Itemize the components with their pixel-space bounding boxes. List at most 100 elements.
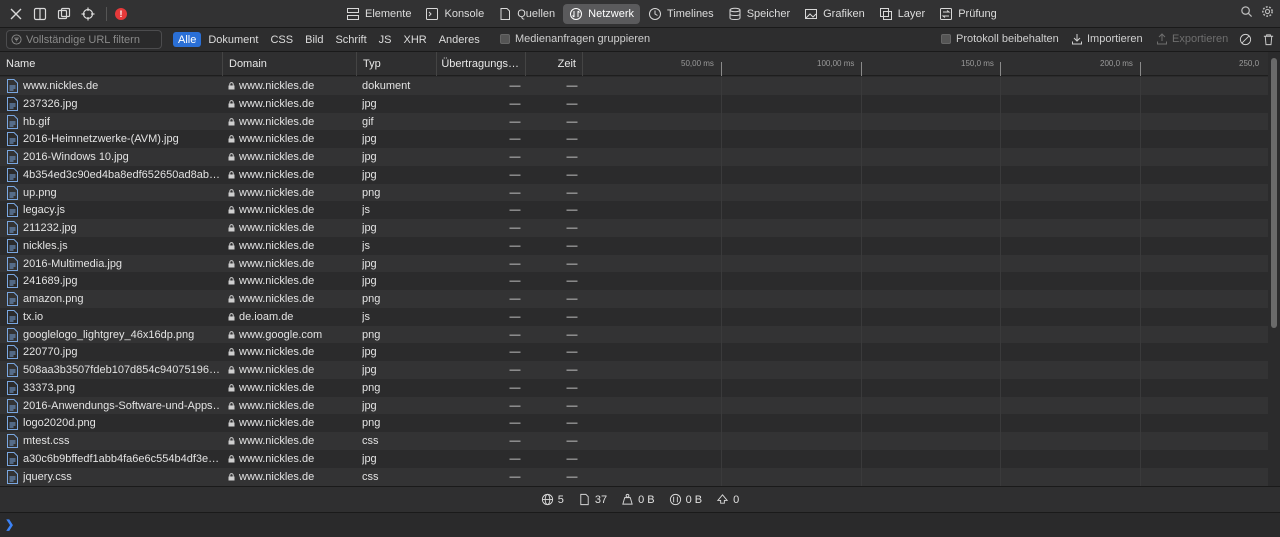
tab-pruefung[interactable]: Prüfung	[933, 4, 1003, 24]
type-filter-xhr[interactable]: XHR	[398, 32, 431, 47]
request-type: css	[362, 435, 379, 447]
file-icon	[7, 451, 18, 466]
request-domain: www.nickles.de	[228, 414, 353, 432]
type-filter-bild[interactable]: Bild	[300, 32, 328, 47]
request-name: 211232.jpg	[23, 222, 77, 234]
request-name: www.nickles.de	[23, 80, 99, 92]
table-row[interactable]: logo2020d.png www.nickles.de png — —	[0, 414, 1268, 433]
search-icon[interactable]	[1240, 5, 1253, 18]
request-type: jpg	[362, 364, 377, 376]
type-filter-dokument[interactable]: Dokument	[203, 32, 263, 47]
table-row[interactable]: jquery.css www.nickles.de css — —	[0, 467, 1268, 486]
table-row[interactable]: a30c6b9bffedf1abb4fa6e6c554b4df3e… www.ni…	[0, 449, 1268, 468]
waterfall-tick-line	[1000, 62, 1001, 76]
vertical-scrollbar[interactable]	[1268, 52, 1280, 486]
table-row[interactable]: 508aa3b3507fdeb107d854c94075196… www.nick…	[0, 361, 1268, 379]
network-table: Name Domain Typ Übertragungs… Zeit 50,00…	[0, 52, 1280, 486]
type-filter-anderes[interactable]: Anderes	[434, 32, 485, 47]
table-row[interactable]: tx.io de.ioam.de js — —	[0, 307, 1268, 326]
tab-layer[interactable]: Layer	[873, 4, 932, 24]
request-name: googlelogo_lightgrey_46x16dp.png	[23, 328, 195, 341]
waterfall-grid-line	[1000, 236, 1001, 255]
column-header-type[interactable]: Typ	[357, 52, 437, 76]
detach-window-icon[interactable]	[54, 4, 74, 24]
url-filter-field[interactable]	[6, 30, 162, 49]
waterfall-grid-line	[721, 467, 722, 486]
tab-konsole[interactable]: Konsole	[419, 4, 490, 24]
type-filter-js[interactable]: JS	[374, 32, 397, 47]
table-row[interactable]: 211232.jpg www.nickles.de jpg — —	[0, 219, 1268, 237]
waterfall-grid-line	[1000, 343, 1001, 362]
waterfall-grid-line	[1000, 396, 1001, 415]
column-header-time[interactable]: Zeit	[526, 52, 583, 76]
clear-log-icon[interactable]	[1239, 33, 1252, 46]
storage-icon	[729, 7, 741, 20]
tab-speicher[interactable]: Speicher	[722, 4, 796, 24]
import-button[interactable]: Importieren	[1071, 33, 1143, 45]
table-row[interactable]: 2016-Heimnetzwerke-(AVM).jpg www.nickles.…	[0, 130, 1268, 149]
request-type: png	[362, 293, 381, 305]
request-domain-text: www.nickles.de	[239, 381, 315, 394]
table-row[interactable]: 33373.png www.nickles.de png — —	[0, 378, 1268, 397]
export-button[interactable]: Exportieren	[1156, 33, 1228, 45]
weight-icon	[622, 493, 633, 505]
tab-elemente[interactable]: Elemente	[340, 4, 417, 24]
import-label: Importieren	[1087, 33, 1143, 45]
table-row[interactable]: 241689.jpg www.nickles.de jpg — —	[0, 272, 1268, 291]
scrollbar-thumb[interactable]	[1271, 58, 1277, 328]
waterfall-grid-line	[1000, 94, 1001, 113]
waterfall-grid-line	[1000, 77, 1001, 95]
waterfall-cell	[583, 414, 1268, 433]
table-row[interactable]: www.nickles.de www.nickles.de dokument — —	[0, 77, 1268, 95]
table-row[interactable]: 220770.jpg www.nickles.de jpg — —	[0, 343, 1268, 362]
column-header-name[interactable]: Name	[0, 52, 223, 76]
trash-icon[interactable]	[1262, 33, 1275, 46]
column-header-domain[interactable]: Domain	[223, 52, 357, 76]
waterfall-grid-line	[721, 148, 722, 166]
table-row[interactable]: 4b354ed3c90ed4ba8edf652650ad8ab… www.nick…	[0, 165, 1268, 184]
table-row[interactable]: 2016-Anwendungs-Software-und-Apps… www.ni…	[0, 396, 1268, 415]
type-filter-schrift[interactable]: Schrift	[330, 32, 371, 47]
table-row[interactable]: googlelogo_lightgrey_46x16dp.png www.goog…	[0, 325, 1268, 344]
table-row[interactable]: 2016-Multimedia.jpg www.nickles.de jpg — —	[0, 254, 1268, 273]
close-icon[interactable]	[6, 4, 26, 24]
lock-icon	[228, 419, 235, 427]
console-icon	[426, 8, 439, 20]
table-row[interactable]: up.png www.nickles.de png — —	[0, 183, 1268, 202]
tab-quellen[interactable]: Quellen	[492, 4, 561, 24]
waterfall-grid-line	[1140, 432, 1141, 450]
request-type: js	[362, 204, 370, 217]
url-filter-input[interactable]	[26, 33, 156, 46]
waterfall-grid-line	[861, 414, 862, 433]
column-header-transfer[interactable]: Übertragungs…	[437, 52, 526, 76]
request-domain-text: www.nickles.de	[239, 257, 315, 270]
preserve-log-checkbox[interactable]	[941, 34, 951, 44]
error-indicator-icon[interactable]: !	[115, 8, 127, 20]
request-type: jpg	[362, 222, 377, 234]
table-row[interactable]: nickles.js www.nickles.de js — —	[0, 236, 1268, 255]
table-row[interactable]: 237326.jpg www.nickles.de jpg — —	[0, 94, 1268, 113]
gear-icon[interactable]	[1261, 5, 1274, 18]
tab-netzwerk[interactable]: Netzwerk	[563, 4, 641, 24]
waterfall-grid-line	[1140, 378, 1141, 397]
request-domain: de.ioam.de	[228, 308, 353, 326]
table-row[interactable]: amazon.png www.nickles.de png — —	[0, 290, 1268, 308]
request-domain-text: www.nickles.de	[239, 293, 315, 305]
element-picker-icon[interactable]	[78, 4, 98, 24]
request-domain-text: www.nickles.de	[239, 470, 315, 483]
type-filter-css[interactable]: CSS	[265, 32, 298, 47]
group-media-toggle[interactable]: Medienanfragen gruppieren	[500, 33, 650, 45]
waterfall-grid-line	[1140, 361, 1141, 379]
request-type: png	[362, 381, 381, 394]
quick-console[interactable]: ❯	[0, 512, 1280, 537]
table-row[interactable]: legacy.js www.nickles.de js — —	[0, 201, 1268, 220]
table-row[interactable]: 2016-Windows 10.jpg www.nickles.de jpg — —	[0, 148, 1268, 166]
tab-timelines[interactable]: Timelines	[642, 4, 720, 24]
table-row[interactable]: hb.gif www.nickles.de gif — —	[0, 112, 1268, 131]
group-media-checkbox[interactable]	[500, 34, 510, 44]
dock-side-icon[interactable]	[30, 4, 50, 24]
table-row[interactable]: mtest.css www.nickles.de css — —	[0, 432, 1268, 450]
type-filter-alle[interactable]: Alle	[173, 32, 202, 47]
tab-grafiken[interactable]: Grafiken	[798, 4, 871, 24]
preserve-log-toggle[interactable]: Protokoll beibehalten	[941, 33, 1059, 45]
